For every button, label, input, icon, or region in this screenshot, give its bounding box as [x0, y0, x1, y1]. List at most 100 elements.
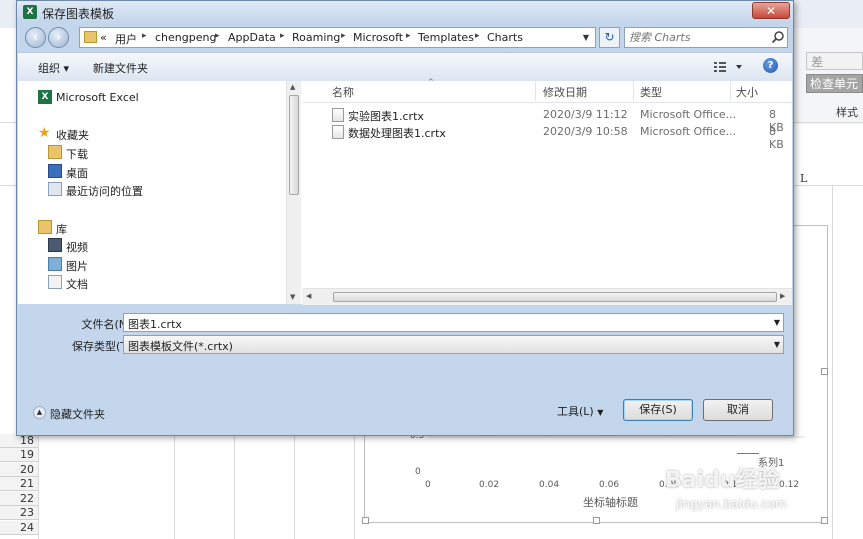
row-number[interactable]: 19	[0, 448, 38, 462]
row-number[interactable]: 23	[0, 506, 38, 520]
downloads-icon	[48, 145, 62, 159]
scroll-down-icon[interactable]: ▼	[290, 293, 295, 301]
chevron-down-icon[interactable]: ▼	[774, 340, 780, 349]
video-icon	[48, 238, 62, 252]
breadcrumb-item[interactable]: AppData	[228, 31, 276, 44]
filename-value: 图表1.crtx	[128, 318, 182, 331]
breadcrumb-item[interactable]: Charts	[487, 31, 523, 44]
scroll-left-icon[interactable]: ◀	[306, 292, 311, 300]
file-name: 数据处理图表1.crtx	[348, 127, 446, 140]
organize-button[interactable]: 组织 ▾	[38, 60, 69, 76]
file-list-pane: 名称 ^ 修改日期 类型 大小 实验图表1.crtx 2020/3/9 11:1…	[302, 78, 792, 305]
help-icon[interactable]: ?	[763, 58, 778, 73]
breadcrumb-overflow[interactable]: «	[100, 31, 107, 44]
close-button[interactable]: ✕	[752, 2, 790, 19]
column-divider[interactable]	[633, 81, 634, 101]
grid-line	[294, 436, 295, 539]
recent-places-icon	[48, 182, 62, 196]
breadcrumb-separator-icon[interactable]: ▸	[341, 31, 346, 41]
address-bar[interactable]: « 用户 ▸ chengpeng ▸ AppData ▸ Roaming ▸ M…	[79, 27, 596, 48]
breadcrumb-item[interactable]: Roaming	[292, 31, 340, 44]
x-tick-label: 0.02	[479, 480, 500, 490]
x-tick-label: 0.06	[599, 480, 620, 490]
sidebar-item-label: 文档	[66, 278, 88, 291]
x-axis-title[interactable]: 坐标轴标题	[583, 494, 638, 510]
view-options-button[interactable]	[712, 59, 746, 75]
navigation-pane: X Microsoft Excel ★ 收藏夹 下载 桌面 最近访问的位置 库 …	[18, 81, 301, 304]
cell-style-bad[interactable]: 差	[806, 52, 863, 70]
filename-field[interactable]: 图表1.crtx ▼	[123, 313, 784, 332]
column-divider[interactable]	[535, 81, 536, 101]
navigation-row: ‹ › « 用户 ▸ chengpeng ▸ AppData ▸ Roaming…	[17, 24, 793, 50]
scroll-up-icon[interactable]: ▲	[290, 83, 295, 91]
back-icon[interactable]: ‹	[25, 27, 46, 48]
excel-icon: X	[38, 90, 52, 104]
column-divider[interactable]	[730, 81, 731, 101]
file-list-scroll-thumb[interactable]	[333, 292, 777, 302]
cancel-button[interactable]: 取消	[703, 399, 773, 421]
column-header-l: L	[800, 172, 808, 185]
row-number[interactable]: 24	[0, 521, 38, 535]
search-box[interactable]	[624, 27, 788, 48]
tools-label: 工具(L)	[557, 405, 594, 418]
file-date: 2020/3/9 11:12	[543, 108, 628, 121]
column-header-type[interactable]: 类型	[640, 84, 662, 100]
sidebar-scrollbar[interactable]: ▲ ▼	[286, 81, 301, 304]
tools-button[interactable]: 工具(L) ▼	[557, 403, 603, 419]
breadcrumb-separator-icon[interactable]: ▸	[280, 31, 285, 41]
column-header-name[interactable]: 名称	[332, 84, 354, 100]
new-folder-button[interactable]: 新建文件夹	[93, 60, 148, 76]
breadcrumb-separator-icon[interactable]: ▸	[406, 31, 411, 41]
row-number[interactable]: 22	[0, 492, 38, 506]
breadcrumb-item[interactable]: 用户	[115, 31, 137, 47]
breadcrumb-item[interactable]: Templates	[418, 31, 474, 44]
column-header-size[interactable]: 大小	[736, 84, 758, 100]
breadcrumb-item[interactable]: Microsoft	[353, 31, 403, 44]
filetype-select[interactable]: 图表模板文件(*.crtx) ▼	[123, 335, 784, 354]
breadcrumb-item[interactable]: chengpeng	[155, 31, 216, 44]
cell-style-check[interactable]: 检查单元	[806, 74, 863, 93]
dialog-titlebar[interactable]: X 保存图表模板 ✕	[17, 1, 793, 23]
breadcrumb-separator-icon[interactable]: ▸	[142, 31, 147, 41]
desktop-icon	[48, 164, 62, 178]
grid-line	[38, 436, 39, 539]
sidebar-item-label: 最近访问的位置	[66, 185, 143, 198]
sidebar-item-label: Microsoft Excel	[56, 91, 139, 104]
sidebar-scroll-thumb[interactable]	[289, 95, 299, 195]
row-number[interactable]: 20	[0, 463, 38, 477]
sidebar-item-label: 桌面	[66, 167, 88, 180]
save-chart-template-dialog: X 保存图表模板 ✕ ‹ › « 用户 ▸ chengpeng ▸ AppDat…	[16, 0, 794, 436]
documents-icon	[48, 275, 62, 289]
file-size: 8 KB	[769, 125, 784, 151]
sidebar-item-label: 库	[56, 223, 67, 236]
column-header-date[interactable]: 修改日期	[543, 84, 587, 100]
breadcrumb-separator-icon[interactable]: ▸	[215, 31, 220, 41]
dialog-title: 保存图表模板	[42, 7, 115, 21]
chevron-down-icon[interactable]: ▼	[774, 318, 780, 327]
watermark-brand: Baidu经验	[665, 468, 780, 493]
sidebar-item-label: 下载	[66, 148, 88, 161]
styles-group-label: 样式	[836, 106, 858, 119]
legend-line	[737, 453, 759, 454]
chevron-down-icon[interactable]: ▼	[579, 29, 593, 46]
breadcrumb-separator-icon[interactable]: ▸	[475, 31, 480, 41]
forward-icon[interactable]: ›	[48, 27, 69, 48]
pictures-icon	[48, 257, 62, 271]
save-button[interactable]: 保存(S)	[623, 399, 693, 421]
x-tick-label: 0	[425, 480, 431, 490]
file-row[interactable]: 实验图表1.crtx 2020/3/9 11:12 Microsoft Offi…	[302, 107, 784, 134]
sidebar-item-label: 收藏夹	[56, 129, 89, 142]
file-row[interactable]: 数据处理图表1.crtx 2020/3/9 10:58 Microsoft Of…	[302, 124, 784, 151]
filename-label: 文件名(N):	[81, 318, 135, 331]
library-icon	[38, 220, 52, 234]
grid-line	[832, 185, 833, 539]
search-input[interactable]	[629, 30, 765, 45]
sort-arrow-icon: ^	[428, 78, 434, 86]
file-list-hscrollbar[interactable]: ◀ ▶	[302, 288, 792, 305]
chevron-down-icon: ▼	[597, 408, 604, 417]
row-number[interactable]: 21	[0, 477, 38, 491]
refresh-icon[interactable]: ↻	[599, 27, 620, 48]
row-number[interactable]: 18	[0, 434, 38, 448]
scroll-right-icon[interactable]: ▶	[780, 292, 785, 300]
search-icon[interactable]	[771, 30, 785, 44]
